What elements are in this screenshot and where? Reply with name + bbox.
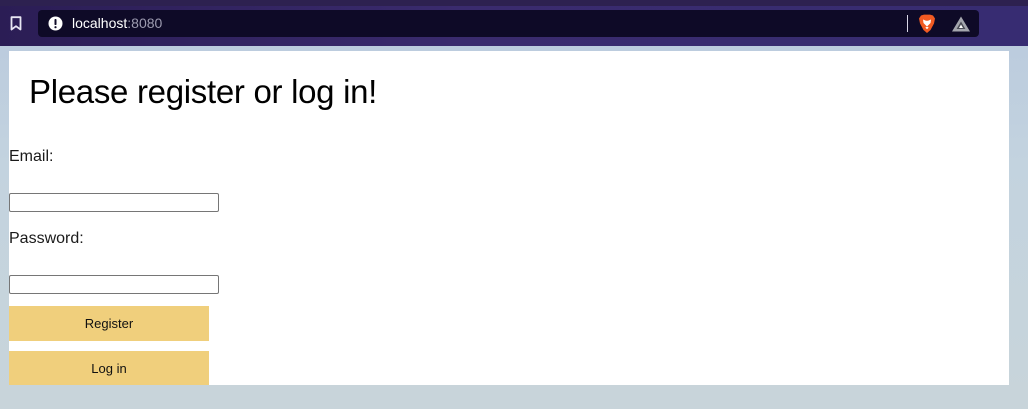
url-divider — [907, 15, 908, 32]
info-icon[interactable] — [48, 16, 63, 31]
url-text[interactable]: localhost:8080 — [72, 15, 162, 32]
email-label: Email: — [9, 148, 54, 165]
register-button[interactable]: Register — [9, 306, 209, 341]
page-content: Please register or log in! Email: Passwo… — [9, 51, 1009, 385]
browser-toolbar: localhost:8080 — [0, 0, 1028, 46]
password-label: Password: — [9, 230, 84, 247]
bookmark-button[interactable] — [8, 14, 24, 32]
url-host: localhost — [72, 15, 128, 31]
brave-lion-icon[interactable] — [918, 14, 936, 34]
url-port: :8080 — [127, 15, 163, 31]
page-title: Please register or log in! — [29, 73, 378, 110]
login-button[interactable]: Log in — [9, 351, 209, 385]
window-top-strip — [0, 0, 1028, 6]
bookmark-icon — [10, 15, 22, 30]
password-field[interactable] — [9, 275, 219, 294]
rewards-triangle-icon[interactable] — [951, 15, 971, 33]
email-field[interactable] — [9, 193, 219, 212]
address-bar[interactable]: localhost:8080 — [38, 10, 979, 37]
